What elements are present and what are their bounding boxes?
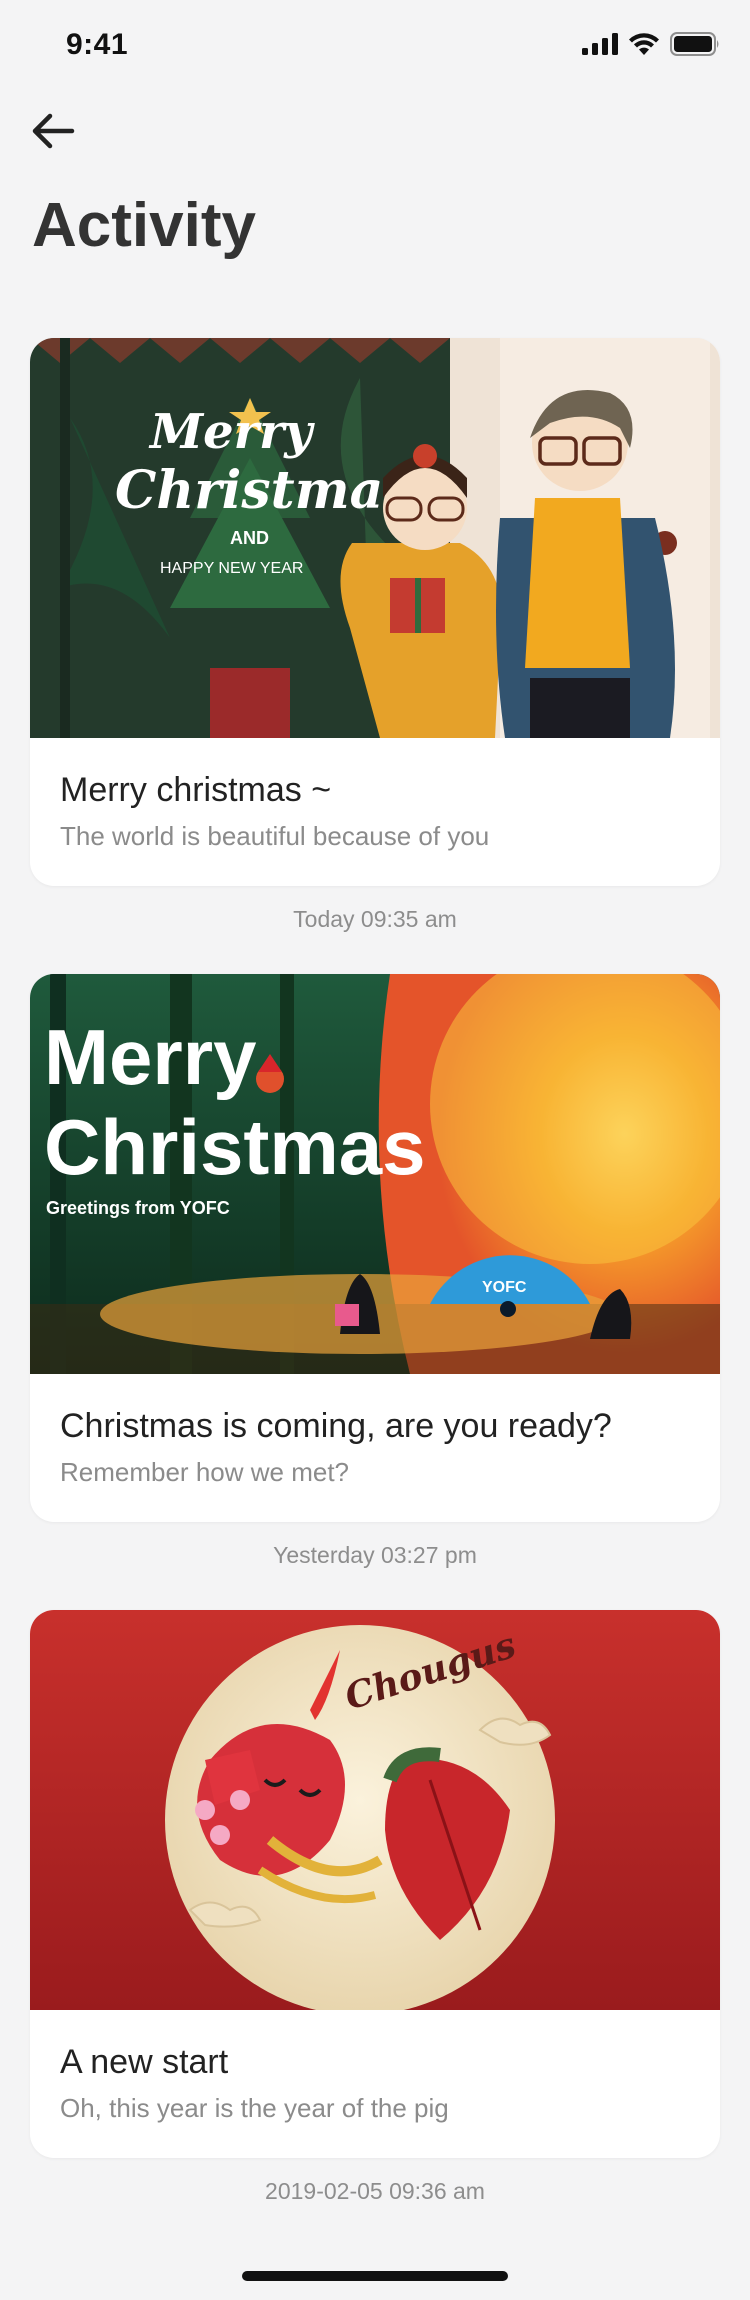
page-title: Activity [32,191,256,260]
activity-image: Merry Christmas AND HAPPY NEW YEAR [30,338,720,738]
status-bar: 9:41 [0,0,750,88]
activity-subtitle: The world is beautiful because of you [60,821,490,851]
activity-card[interactable]: Merry Christmas Greetings from YOFC YOFC… [30,974,720,1522]
back-button[interactable] [28,106,78,156]
arrow-left-icon [32,113,75,149]
activity-title: A new start [60,2043,229,2081]
activity-card[interactable]: Merry Christmas AND HAPPY NEW YEAR Merry… [30,338,720,886]
image-text-christmas: Christmas [44,1103,425,1191]
image-text-happy-new-year: HAPPY NEW YEAR [160,560,303,577]
activity-timestamp: Today 09:35 am [293,906,457,932]
activity-timestamp: Yesterday 03:27 pm [273,1542,477,1568]
activity-card[interactable]: Chougus A new start Oh, this year is the… [30,1610,720,2158]
signal-icon [582,33,618,55]
wifi-icon [629,33,659,55]
image-text-greetings: Greetings from YOFC [46,1198,230,1218]
status-time: 9:41 [66,28,129,61]
activity-subtitle: Remember how we met? [60,1457,349,1487]
activity-image: Chougus [30,1610,720,2010]
activity-title: Christmas is coming, are you ready? [60,1407,612,1445]
home-indicator[interactable] [242,2271,508,2281]
activity-image: Merry Christmas Greetings from YOFC YOFC [30,974,720,1374]
image-text-and: AND [230,528,269,548]
activity-subtitle: Oh, this year is the year of the pig [60,2093,449,2123]
activity-timestamp: 2019-02-05 09:36 am [265,2178,485,2204]
status-icons [582,32,720,56]
battery-icon [670,32,719,56]
image-text-merry: Merry [148,404,315,460]
activity-title: Merry christmas ~ [60,771,332,809]
image-text-merry: Merry [44,1013,256,1101]
image-text-brand: YOFC [482,1279,527,1296]
image-text-christmas: Christmas [115,460,413,521]
